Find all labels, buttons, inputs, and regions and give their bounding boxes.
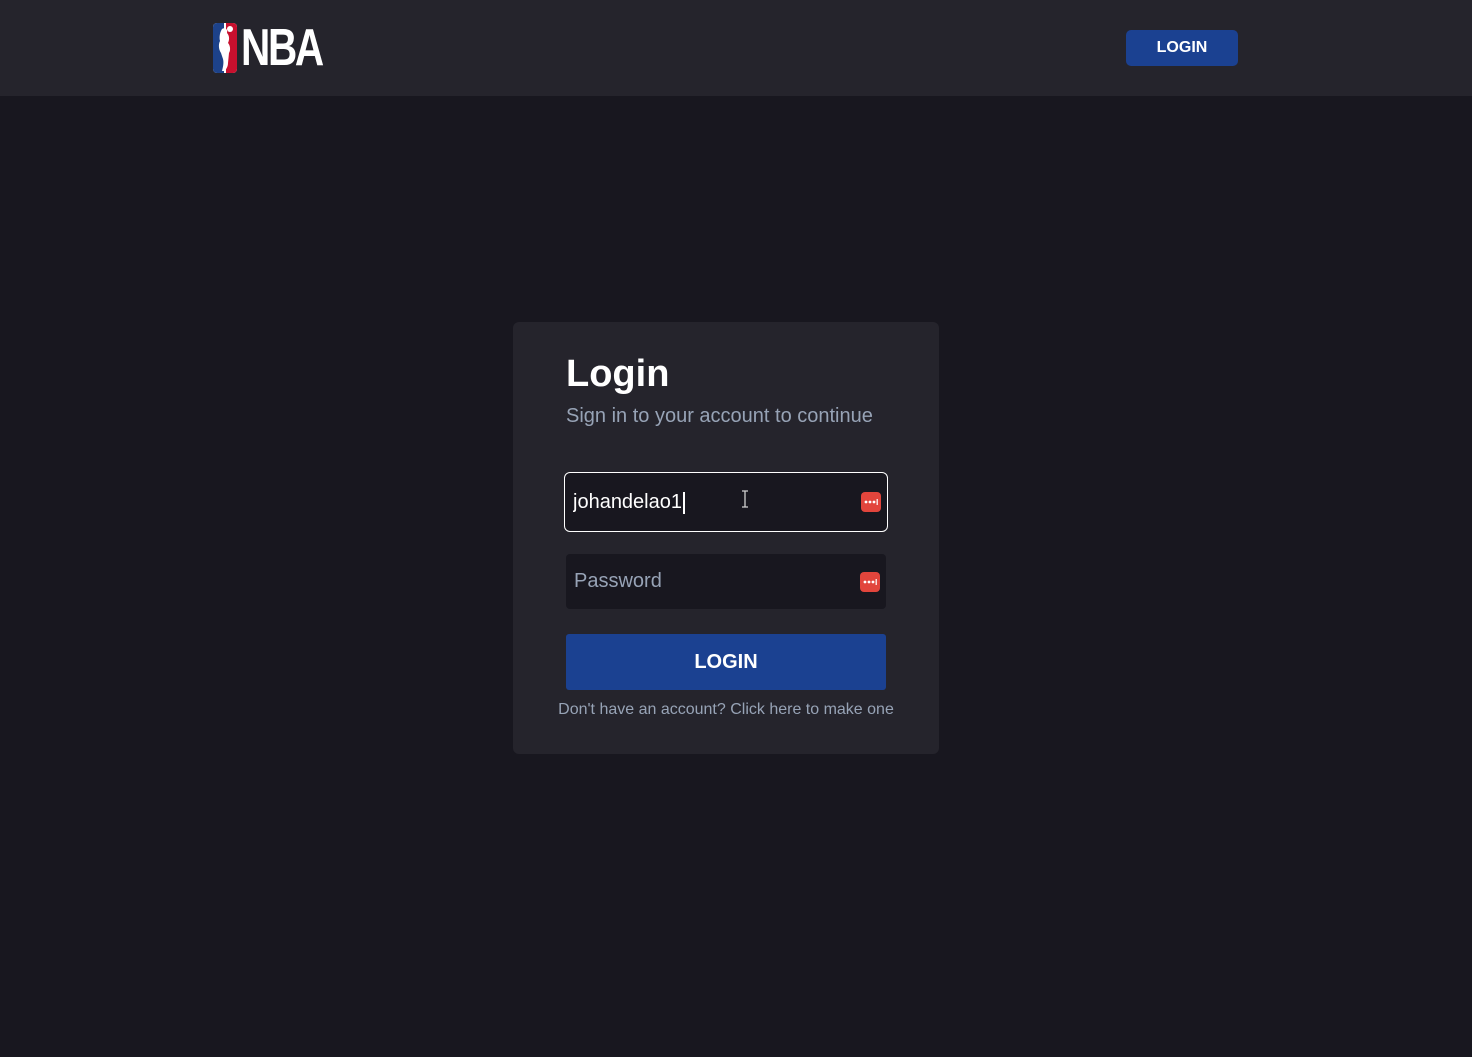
text-cursor-icon: [740, 490, 750, 508]
username-input[interactable]: [565, 473, 861, 531]
logo-text: NBA: [241, 19, 324, 77]
password-manager-icon[interactable]: [861, 492, 881, 512]
username-field[interactable]: [564, 472, 888, 532]
login-title: Login: [566, 353, 670, 395]
password-input[interactable]: [566, 554, 860, 609]
login-card: Login Sign in to your account to continu…: [513, 322, 939, 754]
login-subtitle: Sign in to your account to continue: [566, 405, 873, 427]
password-manager-icon[interactable]: [860, 571, 880, 592]
header-login-button[interactable]: LOGIN: [1126, 30, 1238, 66]
nba-logo[interactable]: NBA: [213, 19, 345, 77]
login-submit-button[interactable]: LOGIN: [566, 634, 886, 690]
text-caret: [683, 492, 685, 514]
password-field[interactable]: [566, 554, 886, 609]
nba-logo-icon: [213, 23, 237, 73]
top-navigation-bar: NBA LOGIN: [0, 0, 1472, 96]
signup-link[interactable]: Don't have an account? Click here to mak…: [513, 700, 939, 720]
